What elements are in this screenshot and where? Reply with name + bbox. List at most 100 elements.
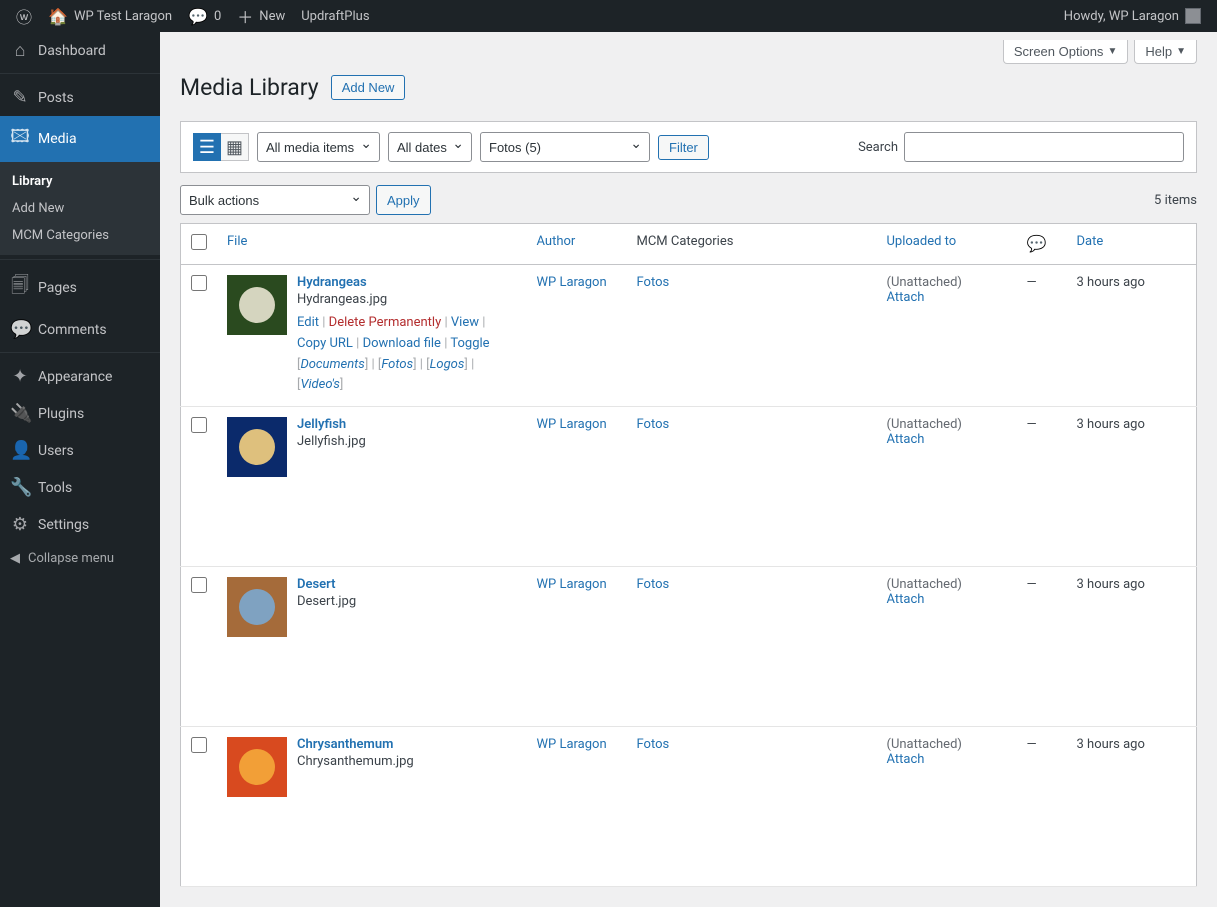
sidebar-item-label: Posts	[38, 90, 74, 106]
attach-link[interactable]: Attach	[887, 432, 925, 447]
author-link[interactable]: WP Laragon	[537, 737, 607, 752]
sidebar-item-appearance[interactable]: ✦Appearance	[0, 358, 160, 395]
comments-cell: —	[1017, 265, 1067, 407]
mcm-category-link[interactable]: Fotos	[637, 577, 670, 592]
toggle-cat-link[interactable]: Fotos	[381, 357, 413, 372]
sidebar-item-media[interactable]: 🖾 Media	[0, 116, 160, 162]
comment-icon: 💬	[1027, 234, 1047, 253]
new-content-link[interactable]: ＋New	[229, 0, 293, 32]
submenu-item-library[interactable]: Library	[0, 168, 160, 195]
view-link[interactable]: View	[451, 315, 479, 330]
col-date[interactable]: Date	[1077, 234, 1104, 249]
col-file[interactable]: File	[227, 234, 247, 249]
col-uploaded[interactable]: Uploaded to	[887, 234, 957, 249]
dashboard-icon: ⌂	[10, 40, 30, 61]
row-checkbox[interactable]	[191, 577, 207, 593]
toggle-cat-link[interactable]: Documents	[300, 357, 364, 372]
sidebar-item-dashboard[interactable]: ⌂Dashboard	[0, 32, 160, 69]
unattached-label: (Unattached)	[887, 737, 962, 752]
mcm-category-link[interactable]: Fotos	[637, 417, 670, 432]
media-icon: 🖾	[10, 124, 30, 154]
row-checkbox[interactable]	[191, 737, 207, 753]
author-link[interactable]: WP Laragon	[537, 275, 607, 290]
sidebar-item-label: Users	[38, 443, 74, 459]
screen-options-button[interactable]: Screen Options▼	[1003, 40, 1129, 64]
sidebar-item-posts[interactable]: ✎ Posts	[0, 79, 160, 116]
comment-icon: 💬	[188, 7, 208, 26]
media-title-link[interactable]: Jellyfish	[297, 417, 346, 432]
sidebar-item-label: Tools	[38, 480, 72, 496]
my-account[interactable]: Howdy, WP Laragon	[1056, 0, 1209, 32]
row-checkbox[interactable]	[191, 417, 207, 433]
media-thumbnail[interactable]	[227, 417, 287, 477]
updraftplus-link[interactable]: UpdraftPlus	[293, 0, 377, 32]
author-link[interactable]: WP Laragon	[537, 417, 607, 432]
avatar	[1185, 8, 1201, 24]
view-grid-button[interactable]: ▦	[221, 133, 249, 161]
sidebar-item-pages[interactable]: 🗐Pages	[0, 265, 160, 311]
sidebar-item-comments[interactable]: 💬Comments	[0, 311, 160, 348]
media-thumbnail[interactable]	[227, 577, 287, 637]
copy-url-link[interactable]: Copy URL	[297, 336, 353, 351]
media-thumbnail[interactable]	[227, 275, 287, 335]
category-select[interactable]: Fotos (5)	[480, 132, 650, 162]
appearance-icon: ✦	[10, 366, 30, 387]
help-button[interactable]: Help▼	[1134, 40, 1197, 64]
download-link[interactable]: Download file	[363, 336, 441, 351]
howdy-text: Howdy, WP Laragon	[1064, 9, 1179, 24]
table-row: Hydrangeas Hydrangeas.jpg Edit | Delete …	[181, 265, 1197, 407]
attach-link[interactable]: Attach	[887, 592, 925, 607]
view-list-button[interactable]: ☰	[193, 133, 221, 161]
col-author[interactable]: Author	[537, 234, 576, 249]
date-select[interactable]: All dates	[388, 132, 472, 162]
media-toolbar: ☰ ▦ All media items All dates Fotos (5) …	[180, 121, 1197, 173]
toggle-link[interactable]: Toggle	[450, 336, 489, 351]
mcm-category-link[interactable]: Fotos	[637, 737, 670, 752]
edit-link[interactable]: Edit	[297, 315, 319, 330]
posts-icon: ✎	[10, 87, 30, 108]
sidebar-item-label: Settings	[38, 517, 89, 533]
row-checkbox[interactable]	[191, 275, 207, 291]
media-title-link[interactable]: Chrysanthemum	[297, 737, 393, 752]
mcm-category-link[interactable]: Fotos	[637, 275, 670, 290]
pages-icon: 🗐	[10, 273, 30, 303]
attach-link[interactable]: Attach	[887, 290, 925, 305]
media-thumbnail[interactable]	[227, 737, 287, 797]
media-title-link[interactable]: Desert	[297, 577, 336, 592]
attach-link[interactable]: Attach	[887, 752, 925, 767]
collapse-menu[interactable]: ◀Collapse menu	[0, 543, 160, 574]
users-icon: 👤	[10, 440, 30, 461]
delete-link[interactable]: Delete Permanently	[329, 315, 442, 330]
toggle-cat-link[interactable]: Logos	[430, 357, 465, 372]
site-name-link[interactable]: 🏠WP Test Laragon	[40, 0, 180, 32]
search-input[interactable]	[904, 132, 1184, 162]
unattached-label: (Unattached)	[887, 417, 962, 432]
sidebar-item-label: Media	[38, 131, 77, 147]
sidebar-item-plugins[interactable]: 🔌Plugins	[0, 395, 160, 432]
media-table: File Author MCM Categories Uploaded to 💬…	[180, 223, 1197, 887]
submenu-item-mcm-categories[interactable]: MCM Categories	[0, 222, 160, 249]
plus-icon: ＋	[237, 4, 253, 28]
submenu-item-add-new[interactable]: Add New	[0, 195, 160, 222]
admin-bar: ⓦ 🏠WP Test Laragon 💬0 ＋New UpdraftPlus H…	[0, 0, 1217, 32]
comments-link[interactable]: 💬0	[180, 0, 229, 32]
author-link[interactable]: WP Laragon	[537, 577, 607, 592]
chevron-down-icon: ▼	[1176, 46, 1186, 57]
media-title-link[interactable]: Hydrangeas	[297, 275, 367, 290]
toggle-cat-link[interactable]: Video's	[300, 377, 339, 392]
sidebar-item-tools[interactable]: 🔧 Tools	[0, 469, 160, 506]
filter-button[interactable]: Filter	[658, 135, 709, 160]
add-new-button[interactable]: Add New	[331, 75, 406, 100]
bulk-action-select[interactable]: Bulk actions	[180, 185, 370, 215]
media-filename: Desert.jpg	[297, 594, 517, 609]
sidebar-item-settings[interactable]: ⚙Settings	[0, 506, 160, 543]
wp-logo[interactable]: ⓦ	[8, 0, 40, 32]
sidebar-item-users[interactable]: 👤 Users	[0, 432, 160, 469]
chevron-down-icon: ▼	[1107, 46, 1117, 57]
media-type-select[interactable]: All media items	[257, 132, 380, 162]
apply-button[interactable]: Apply	[376, 185, 431, 215]
unattached-label: (Unattached)	[887, 577, 962, 592]
tools-icon: 🔧	[10, 477, 30, 498]
select-all-checkbox[interactable]	[191, 234, 207, 250]
media-filename: Jellyfish.jpg	[297, 434, 517, 449]
